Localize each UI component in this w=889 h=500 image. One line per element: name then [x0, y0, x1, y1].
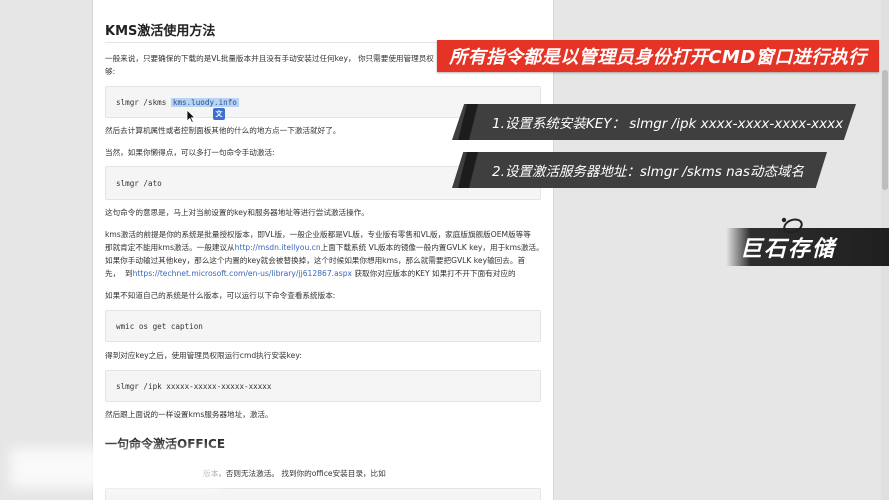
code-wmic: wmic os get caption: [116, 321, 203, 331]
step-2-text: 2.设置激活服务器地址：slmgr /skms nas动态域名: [492, 164, 804, 180]
video-frame: KMS激活使用方法 一般来说，只要确保的下载的是VL批量版本并且没有手动安装过任…: [0, 0, 889, 500]
paragraph-kms-l4: 先， 到https://technet.microsoft.com/en-us/…: [105, 269, 516, 278]
paragraph-kms-l2: 那就肯定不能用kms激活。一般建议从http://msdn.itellyou.c…: [105, 243, 544, 252]
scrollbar-thumb[interactable]: [882, 70, 888, 190]
link-msdn[interactable]: http://msdn.itellyou.cn: [235, 243, 321, 252]
code-command: slmgr /skms: [116, 97, 171, 107]
instruction-banner: 所有指令都是以管理员身份打开CMD窗口进行执行: [437, 40, 879, 72]
code-ato: slmgr /ato: [116, 178, 162, 188]
article-page: KMS激活使用方法 一般来说，只要确保的下载的是VL批量版本并且没有手动安装过任…: [92, 0, 554, 500]
paragraph-kms-l3: 如果你手动输过其他key，那么这个内置的key就会被替换掉，这个时候如果你想用k…: [105, 256, 526, 265]
step-caption-1: 1.设置系统安装KEY： slmgr /ipk xxxx-xxxx-xxxx-x…: [452, 104, 856, 140]
blurred-watermark: [10, 448, 220, 488]
article-title: KMS激活使用方法: [105, 24, 216, 39]
step-1-text: 1.设置系统安装KEY： slmgr /ipk xxxx-xxxx-xxxx-x…: [492, 116, 844, 132]
paragraph-explain: 这句命令的意思是，马上对当前设置的key和服务器地址等进行尝试激活操作。: [105, 208, 369, 217]
paragraph-kms-l1: kms激活的前提是你的系统是批量授权版本，即VL版，一般企业版都是VL版，专业版…: [105, 230, 531, 239]
translate-icon[interactable]: 文: [213, 108, 225, 120]
link-technet[interactable]: https://technet.microsoft.com/en-us/libr…: [133, 269, 352, 278]
code-ipk: slmgr /ipk xxxxx-xxxxx-xxxxx-xxxxx: [116, 381, 272, 391]
code-block-wmic[interactable]: wmic os get caption: [105, 310, 541, 342]
code-block-office[interactable]: [105, 488, 541, 500]
brand-logo-text: 巨石存储: [740, 237, 837, 262]
mouse-cursor-icon: [186, 109, 196, 123]
code-selected-host[interactable]: kms.luody.info: [170, 97, 239, 107]
paragraph-install-key: 得到对应key之后，使用管理员权限运行cmd执行安装key:: [105, 351, 302, 360]
paragraph-office: 版本，否则无法激活。 找到你的office安装目录，比如: [203, 469, 386, 478]
paragraph-version: 如果不知道自己的系统是什么版本，可以运行以下命令查看系统版本:: [105, 291, 336, 300]
step-caption-2: 2.设置激活服务器地址：slmgr /skms nas动态域名: [452, 152, 827, 188]
code-block-ipk[interactable]: slmgr /ipk xxxxx-xxxxx-xxxxx-xxxxx: [105, 370, 541, 402]
paragraph-then: 然后跟上面说的一样设置kms服务器地址，激活。: [105, 410, 273, 419]
